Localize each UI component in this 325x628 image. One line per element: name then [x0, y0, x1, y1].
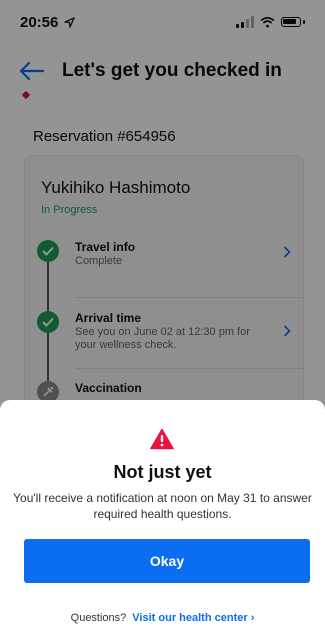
modal-message: You'll receive a notification at noon on…: [13, 491, 312, 521]
okay-button[interactable]: Okay: [24, 539, 310, 583]
chevron-right-icon: ›: [250, 612, 255, 624]
bottom-sheet-modal: Not just yet You'll receive a notificati…: [0, 400, 325, 628]
questions-row: Questions? Visit our health center ›: [0, 612, 325, 624]
warning-icon: [150, 428, 174, 450]
health-center-link-label: Visit our health center: [132, 612, 248, 624]
modal-title: Not just yet: [113, 462, 212, 482]
questions-label: Questions?: [70, 612, 127, 624]
health-center-link[interactable]: Visit our health center ›: [132, 612, 254, 624]
